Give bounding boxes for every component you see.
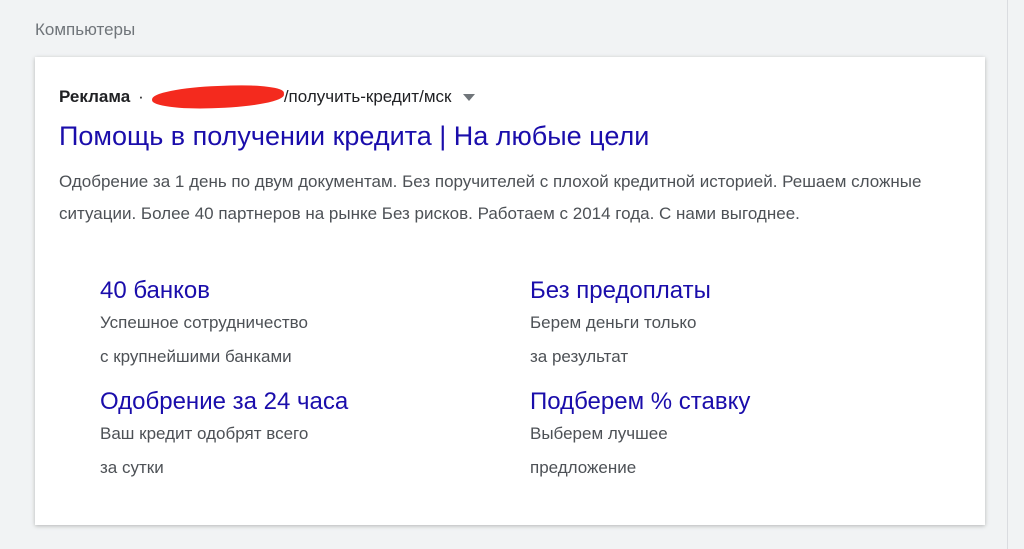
sitelink-line: Берем деньги только [530, 313, 697, 332]
sitelink-line: Выберем лучшее [530, 424, 668, 443]
redacted-domain-scribble [151, 83, 285, 111]
ad-header: Реклама · /получить-кредит/мск [59, 83, 476, 111]
page-edge-divider [1007, 0, 1008, 549]
ad-card: Реклама · /получить-кредит/мск Помощь в … [35, 57, 985, 525]
sitelink-line: предложение [530, 458, 637, 477]
separator: · [138, 87, 144, 106]
sitelink-title[interactable]: Одобрение за 24 часа [100, 388, 480, 416]
category-heading: Компьютеры [35, 20, 136, 39]
sitelink-line: за сутки [100, 458, 164, 477]
sitelink-title[interactable]: Без предоплаты [530, 277, 910, 305]
ad-description: Одобрение за 1 день по двум документам. … [59, 172, 922, 223]
sitelink-line: Успешное сотрудничество [100, 313, 308, 332]
sitelink-title[interactable]: 40 банков [100, 277, 480, 305]
sitelink-title[interactable]: Подберем % ставку [530, 388, 910, 416]
sitelink-line: с крупнейшими банками [100, 347, 292, 366]
ad-label: Реклама [59, 87, 131, 106]
sitelink: Подберем % ставку Выберем лучшее предлож… [530, 388, 910, 484]
sitelink: Без предоплаты Берем деньги только за ре… [530, 277, 910, 373]
sitelink-line: за результат [530, 347, 629, 366]
sitelink-line: Ваш кредит одобрят всего [100, 424, 309, 443]
sitelink: 40 банков Успешное сотрудничество с круп… [100, 277, 480, 373]
sitelink: Одобрение за 24 часа Ваш кредит одобрят … [100, 388, 480, 484]
ad-url-path: /получить-кредит/мск [283, 87, 452, 106]
dropdown-caret-icon[interactable] [463, 93, 476, 101]
ad-title-link[interactable]: Помощь в получении кредита | На любые це… [59, 121, 649, 152]
